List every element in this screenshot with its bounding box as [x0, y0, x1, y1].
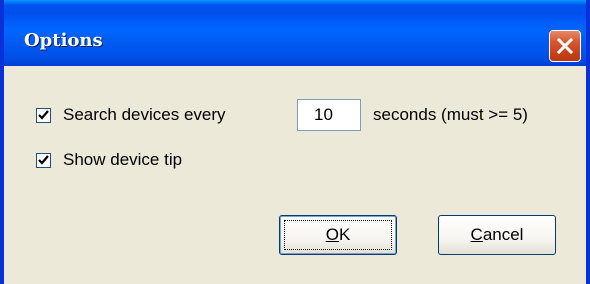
title-bar[interactable]: Options: [4, 0, 586, 66]
options-dialog: Options Search devices every seconds (mu…: [0, 0, 590, 284]
cancel-mnemonic: C: [470, 225, 483, 244]
search-devices-checkbox[interactable]: [36, 108, 51, 123]
checkmark-icon: [38, 155, 49, 165]
cancel-button[interactable]: Cancel: [438, 215, 556, 255]
cancel-label-rest: ancel: [482, 225, 524, 244]
checkmark-icon: [38, 110, 49, 120]
close-icon: [557, 38, 573, 54]
interval-hint-label: seconds (must >= 5): [373, 105, 528, 124]
focus-rectangle: [284, 220, 392, 250]
search-devices-label: Search devices every: [63, 105, 226, 124]
close-button[interactable]: [549, 30, 581, 62]
show-tip-label: Show device tip: [63, 150, 183, 169]
dialog-title: Options: [24, 30, 103, 51]
search-interval-input[interactable]: [297, 99, 361, 131]
show-tip-checkbox[interactable]: [36, 153, 51, 168]
ok-button[interactable]: OK: [279, 215, 397, 255]
